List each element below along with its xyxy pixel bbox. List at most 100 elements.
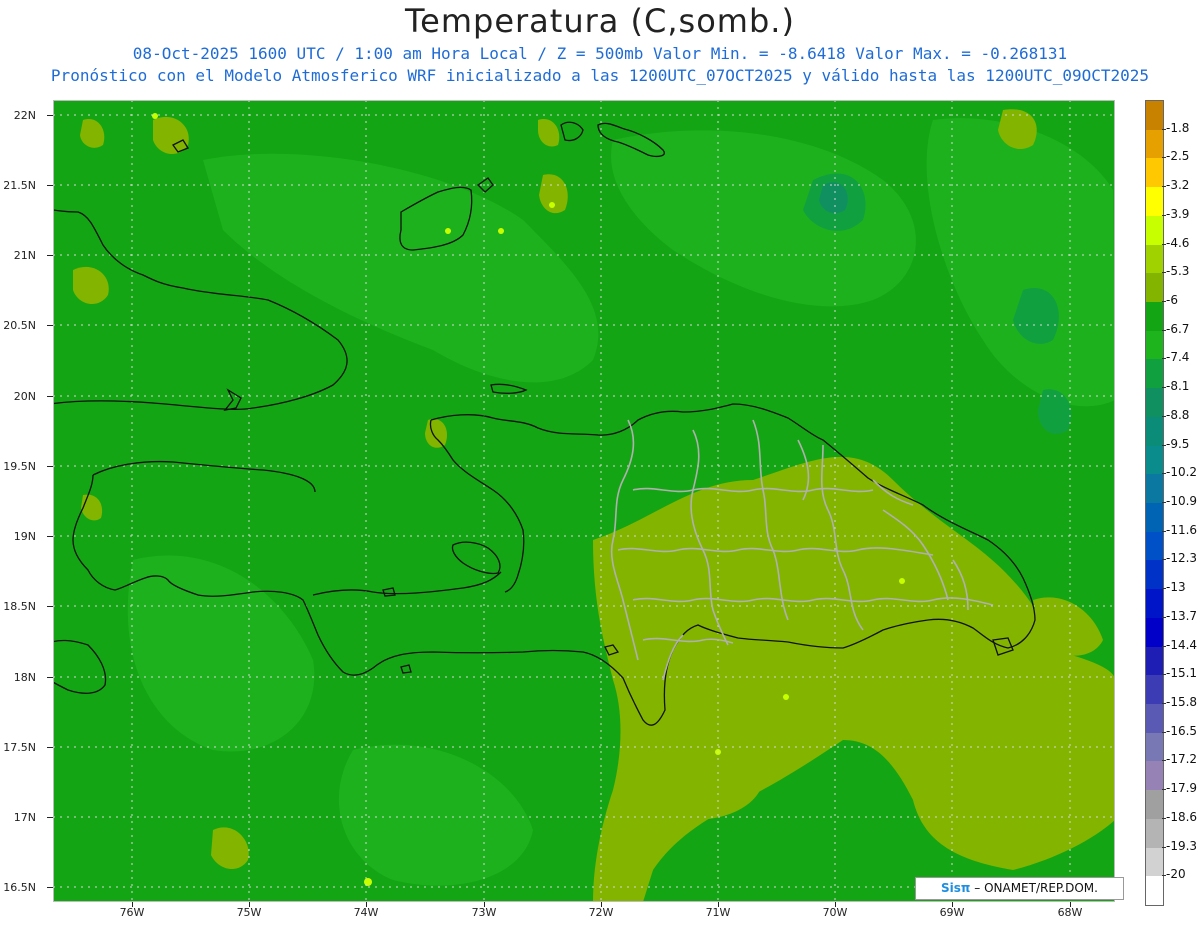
colorbar-segment: [1146, 416, 1163, 447]
colorbar-label: -17.2: [1166, 752, 1198, 767]
colorbar-segment: [1146, 761, 1163, 791]
colorbar: [1145, 100, 1164, 906]
x-tick: [366, 902, 367, 907]
colorbar-segment: [1146, 675, 1163, 705]
temperature-map: [53, 100, 1115, 902]
colorbar-label: -17.9: [1166, 781, 1198, 796]
colorbar-segment: [1146, 790, 1163, 820]
colorbar-segment: [1146, 302, 1163, 332]
colorbar-segment: [1146, 359, 1163, 389]
y-tick: [47, 325, 53, 326]
colorbar-segment: [1146, 330, 1163, 360]
x-label: 74W: [353, 906, 379, 919]
colorbar-segment: [1146, 589, 1163, 619]
y-tick: [47, 536, 53, 537]
colorbar-label: -5.3: [1166, 264, 1190, 279]
colorbar-segment: [1146, 445, 1163, 475]
colorbar-segment: [1146, 129, 1163, 159]
colorbar-segment: [1146, 503, 1163, 533]
colorbar-segment: [1146, 273, 1163, 303]
colorbar-label: -4.6: [1166, 235, 1190, 250]
y-label: 18N: [13, 671, 36, 684]
colorbar-segment: [1146, 101, 1163, 131]
y-tick: [47, 396, 53, 397]
y-label: 17N: [13, 811, 36, 824]
x-tick: [249, 902, 250, 907]
colorbar-segment: [1146, 732, 1163, 762]
x-tick: [601, 902, 602, 907]
y-label: 22N: [13, 109, 36, 122]
colorbar-label: -13.7: [1166, 608, 1198, 623]
x-label: 75W: [236, 906, 262, 919]
colorbar-segment: [1146, 704, 1163, 734]
y-label: 19.5N: [3, 460, 36, 473]
colorbar-segment: [1146, 847, 1163, 877]
y-tick: [47, 466, 53, 467]
colorbar-segment: [1146, 474, 1163, 504]
x-label: 73W: [471, 906, 497, 919]
colorbar-segment: [1146, 646, 1163, 676]
y-label: 19N: [13, 530, 36, 543]
x-label: 71W: [705, 906, 731, 919]
x-tick: [132, 902, 133, 907]
colorbar-segment: [1146, 187, 1163, 217]
x-label: 68W: [1057, 906, 1083, 919]
model-info-subtitle: Pronóstico con el Modelo Atmosferico WRF…: [50, 66, 1150, 85]
y-label: 21.5N: [3, 179, 36, 192]
colorbar-label: -8.1: [1166, 379, 1190, 394]
y-tick: [47, 255, 53, 256]
y-tick: [47, 817, 53, 818]
colorbar-label: -14.4: [1166, 637, 1198, 652]
colorbar-label: -6: [1166, 293, 1178, 307]
colorbar-label: -20: [1166, 867, 1186, 882]
y-tick: [47, 887, 53, 888]
y-tick: [47, 606, 53, 607]
y-label: 17.5N: [3, 741, 36, 754]
colorbar-label: -3.2: [1166, 178, 1190, 193]
y-label: 21N: [13, 249, 36, 262]
colorbar-label: -19.3: [1166, 838, 1198, 853]
y-label: 20.5N: [3, 319, 36, 332]
x-tick: [835, 902, 836, 907]
y-tick: [47, 115, 53, 116]
colorbar-label: -10.2: [1166, 465, 1198, 480]
chart-title: Temperatura (C,somb.): [405, 2, 795, 40]
y-label: 16.5N: [3, 881, 36, 894]
colorbar-segment: [1146, 158, 1163, 188]
colorbar-label: -1.8: [1166, 120, 1190, 135]
credit-text: – ONAMET/REP.DOM.: [974, 881, 1098, 895]
colorbar-segment: [1146, 531, 1163, 561]
colorbar-label: -15.8: [1166, 695, 1198, 709]
forecast-time-subtitle: 08-Oct-2025 1600 UTC / 1:00 am Hora Loca…: [132, 44, 1068, 63]
colorbar-label: -11.6: [1166, 522, 1198, 537]
colorbar-segment: [1146, 818, 1163, 849]
colorbar-label: -3.9: [1166, 206, 1190, 221]
x-label: 70W: [822, 906, 848, 919]
colorbar-label: -12.3: [1166, 551, 1198, 566]
colorbar-label: -10.9: [1166, 494, 1198, 508]
credit-box: Sisπ – ONAMET/REP.DOM.: [915, 877, 1124, 900]
colorbar-segment: [1146, 617, 1163, 648]
colorbar-label: -8.8: [1166, 407, 1190, 422]
colorbar-label: -18.6: [1166, 809, 1198, 824]
x-label: 69W: [939, 906, 965, 919]
colorbar-label: -15.1: [1166, 666, 1198, 681]
colorbar-segment: [1146, 215, 1163, 246]
y-label: 18.5N: [3, 600, 36, 613]
y-tick: [47, 677, 53, 678]
sispi-logo: Sisπ: [941, 881, 971, 895]
colorbar-label: -16.5: [1166, 723, 1198, 738]
colorbar-segment: [1146, 244, 1163, 274]
y-tick: [47, 747, 53, 748]
x-label: 76W: [119, 906, 145, 919]
y-tick: [47, 185, 53, 186]
colorbar-label: -9.5: [1166, 436, 1190, 451]
colorbar-label: -7.4: [1166, 350, 1190, 365]
x-tick: [484, 902, 485, 907]
colorbar-label: -2.5: [1166, 149, 1190, 164]
x-label: 72W: [588, 906, 614, 919]
x-tick: [952, 902, 953, 907]
x-tick: [718, 902, 719, 907]
colorbar-label: -13: [1166, 580, 1186, 595]
colorbar-segment: [1146, 388, 1163, 418]
